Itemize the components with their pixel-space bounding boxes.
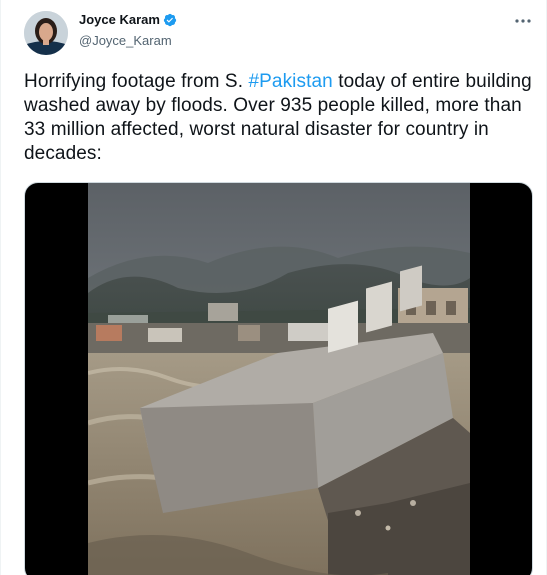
author-display-name[interactable]: Joyce Karam — [79, 12, 160, 27]
author-handle[interactable]: @Joyce_Karam — [79, 33, 172, 48]
hashtag-link[interactable]: #Pakistan — [248, 71, 332, 92]
video-media[interactable] — [24, 182, 533, 575]
tweet-text: Horrifying footage from S. #Pakistan tod… — [24, 70, 536, 166]
author-name-row[interactable]: Joyce Karam — [79, 12, 177, 27]
verified-badge-icon — [163, 13, 177, 27]
video-frame — [88, 183, 470, 575]
avatar[interactable] — [24, 11, 68, 55]
tweet-card[interactable]: Joyce Karam @Joyce_Karam Horrifying foot… — [0, 0, 547, 575]
more-horizontal-icon[interactable] — [511, 12, 535, 30]
tweet-text-before: Horrifying footage from S. — [24, 71, 249, 92]
